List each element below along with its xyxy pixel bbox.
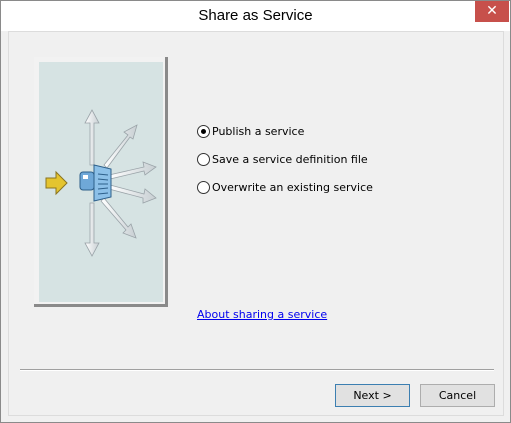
option-label: Save a service definition file	[212, 153, 368, 166]
radio-save-definition[interactable]	[197, 153, 210, 166]
close-button[interactable]: ✕	[475, 1, 509, 22]
cancel-button[interactable]: Cancel	[420, 384, 495, 407]
button-separator	[20, 369, 494, 371]
window-title: Share as Service	[198, 7, 313, 24]
close-icon: ✕	[486, 3, 498, 19]
option-label: Overwrite an existing service	[212, 181, 373, 194]
option-label: Publish a service	[212, 125, 305, 138]
next-button[interactable]: Next >	[335, 384, 410, 407]
service-illustration	[34, 57, 168, 307]
radio-overwrite-service[interactable]	[197, 181, 210, 194]
share-as-service-dialog: Share as Service ✕ Publish a service Sav…	[0, 0, 511, 423]
about-sharing-link[interactable]: About sharing a service	[197, 308, 327, 321]
radio-publish-service[interactable]	[197, 125, 210, 138]
title-bar: Share as Service ✕	[1, 1, 510, 31]
